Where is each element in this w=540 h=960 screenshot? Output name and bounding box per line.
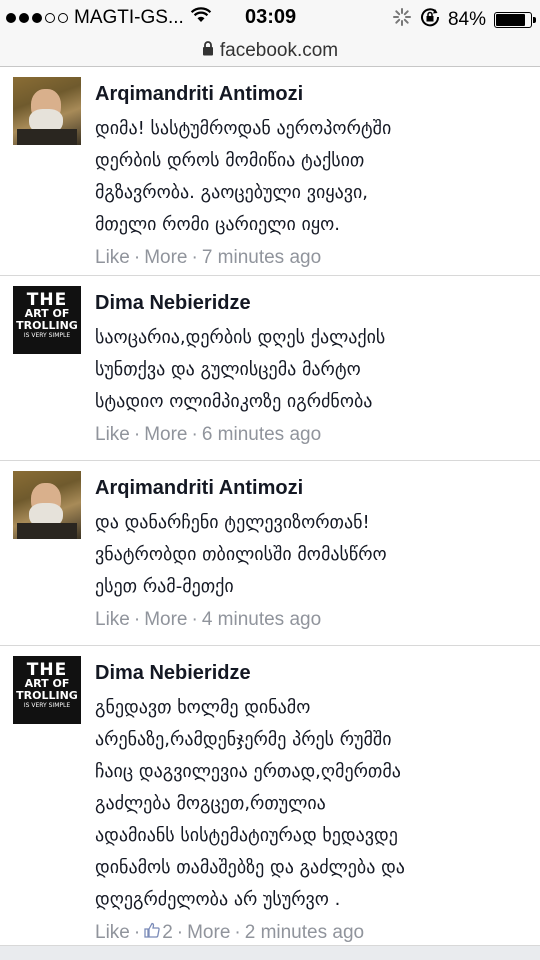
comment-line: ადამიანს სისტემატიურად ხედავდე <box>95 825 398 846</box>
avatar[interactable] <box>13 471 81 539</box>
battery-icon <box>494 12 536 28</box>
avatar-text: THE <box>26 660 68 680</box>
comment-line: ვნატრობდი თბილისში მომასწრო <box>95 544 387 565</box>
comment-text: გნედავთ ხოლმე დინამო არენაზე,რამდენჯერმე… <box>95 692 530 916</box>
comment-line: დღეგრძელობა არ უსურვო . <box>95 889 341 910</box>
lock-icon <box>202 40 214 62</box>
clock: 03:09 <box>245 6 297 28</box>
comment-time: 2 minutes ago <box>244 922 365 943</box>
status-right: 84% <box>392 7 536 33</box>
avatar[interactable]: THE ART OF TROLLING IS VERY SIMPLE <box>13 656 81 724</box>
comment-line: დინამოს თამაშებზე და გაძლება და <box>95 857 405 878</box>
comment-item: THE ART OF TROLLING IS VERY SIMPLE Dima … <box>0 646 540 946</box>
rotation-lock-icon <box>420 7 440 33</box>
battery-percent: 84% <box>447 9 486 30</box>
comment-line: ესეთ რამ-მეთქი <box>95 576 234 597</box>
comment-author[interactable]: Arqimandriti Antimozi <box>95 81 530 107</box>
comment-line: სუნთქვა და გულისცემა მარტო <box>95 359 361 380</box>
carrier-name: MAGTI-GS... <box>74 7 184 28</box>
like-link[interactable]: Like <box>95 247 130 268</box>
avatar-text: TROLLING <box>16 319 78 332</box>
like-link[interactable]: Like <box>95 609 130 630</box>
comment-line: დერბის დროს მომიწია ტაქსით <box>95 150 365 171</box>
comment-actions: Like · More · 4 minutes ago <box>95 609 322 630</box>
comment-line: სტადიო ოლიმპიკოზე იგრძნობა <box>95 391 373 412</box>
comment-author[interactable]: Arqimandriti Antimozi <box>95 475 530 501</box>
like-link[interactable]: Like <box>95 922 130 943</box>
address-bar[interactable]: facebook.com <box>0 36 540 67</box>
like-count-value: 2 <box>162 922 173 943</box>
like-link[interactable]: Like <box>95 424 130 445</box>
avatar-text: IS VERY SIMPLE <box>23 702 71 709</box>
url-text: facebook.com <box>219 40 339 61</box>
status-bar: MAGTI-GS... 03:09 84% <box>0 0 540 36</box>
more-link[interactable]: More <box>187 922 230 943</box>
thumbs-up-icon <box>144 918 160 948</box>
comment-line: ჩაიც დაგვილევია ერთად,ღმერთმა <box>95 761 401 782</box>
comment-line: მგზავრობა. გაოცებული ვიყავი, <box>95 182 368 203</box>
loading-spinner-icon <box>392 7 412 33</box>
comment-line: და დანარჩენი ტელევიზორთან! <box>95 512 370 533</box>
comment-text: საოცარია,დერბის დღეს ქალაქის სუნთქვა და … <box>95 322 530 418</box>
comment-actions: Like · More · 6 minutes ago <box>95 424 322 445</box>
signal-strength-icon <box>6 13 68 23</box>
battery-fill <box>496 14 525 26</box>
wifi-icon <box>190 7 212 29</box>
comment-line: არენაზე,რამდენჯერმე პრეს რუმში <box>95 729 392 750</box>
comment-time: 6 minutes ago <box>201 424 322 445</box>
comment-line: გაძლება მოგცეთ,რთულია <box>95 793 326 814</box>
like-count[interactable]: 2 <box>144 918 173 948</box>
comment-line: საოცარია,დერბის დღეს ქალაქის <box>95 327 386 348</box>
more-link[interactable]: More <box>144 247 187 268</box>
status-left: MAGTI-GS... <box>6 7 212 29</box>
comment-line: დიმა! სასტუმროდან აეროპორტში <box>95 118 392 139</box>
comment-actions: Like · 2 · More · 2 minutes ago <box>95 916 530 960</box>
comment-time: 7 minutes ago <box>201 247 322 268</box>
comment-item: THE ART OF TROLLING IS VERY SIMPLE Dima … <box>0 276 540 461</box>
avatar[interactable]: THE ART OF TROLLING IS VERY SIMPLE <box>13 286 81 354</box>
comment-line: მთელი რომი ცარიელი იყო. <box>95 214 340 235</box>
comment-list: Arqimandriti Antimozi დიმა! სასტუმროდან … <box>0 67 540 946</box>
comment-item: Arqimandriti Antimozi და დანარჩენი ტელევ… <box>0 461 540 646</box>
comment-author[interactable]: Dima Nebieridze <box>95 660 530 686</box>
comment-text: და დანარჩენი ტელევიზორთან! ვნატრობდი თბი… <box>95 507 530 603</box>
comment-author[interactable]: Dima Nebieridze <box>95 290 530 316</box>
comment-text: დიმა! სასტუმროდან აეროპორტში დერბის დროს… <box>95 113 530 241</box>
avatar[interactable] <box>13 77 81 145</box>
avatar-text: IS VERY SIMPLE <box>23 332 71 339</box>
avatar-text: TROLLING <box>16 689 78 702</box>
comment-time: 4 minutes ago <box>201 609 322 630</box>
more-link[interactable]: More <box>144 609 187 630</box>
comment-line: გნედავთ ხოლმე დინამო <box>95 697 311 718</box>
more-link[interactable]: More <box>144 424 187 445</box>
avatar-text: THE <box>26 290 68 310</box>
comment-item: Arqimandriti Antimozi დიმა! სასტუმროდან … <box>0 67 540 276</box>
